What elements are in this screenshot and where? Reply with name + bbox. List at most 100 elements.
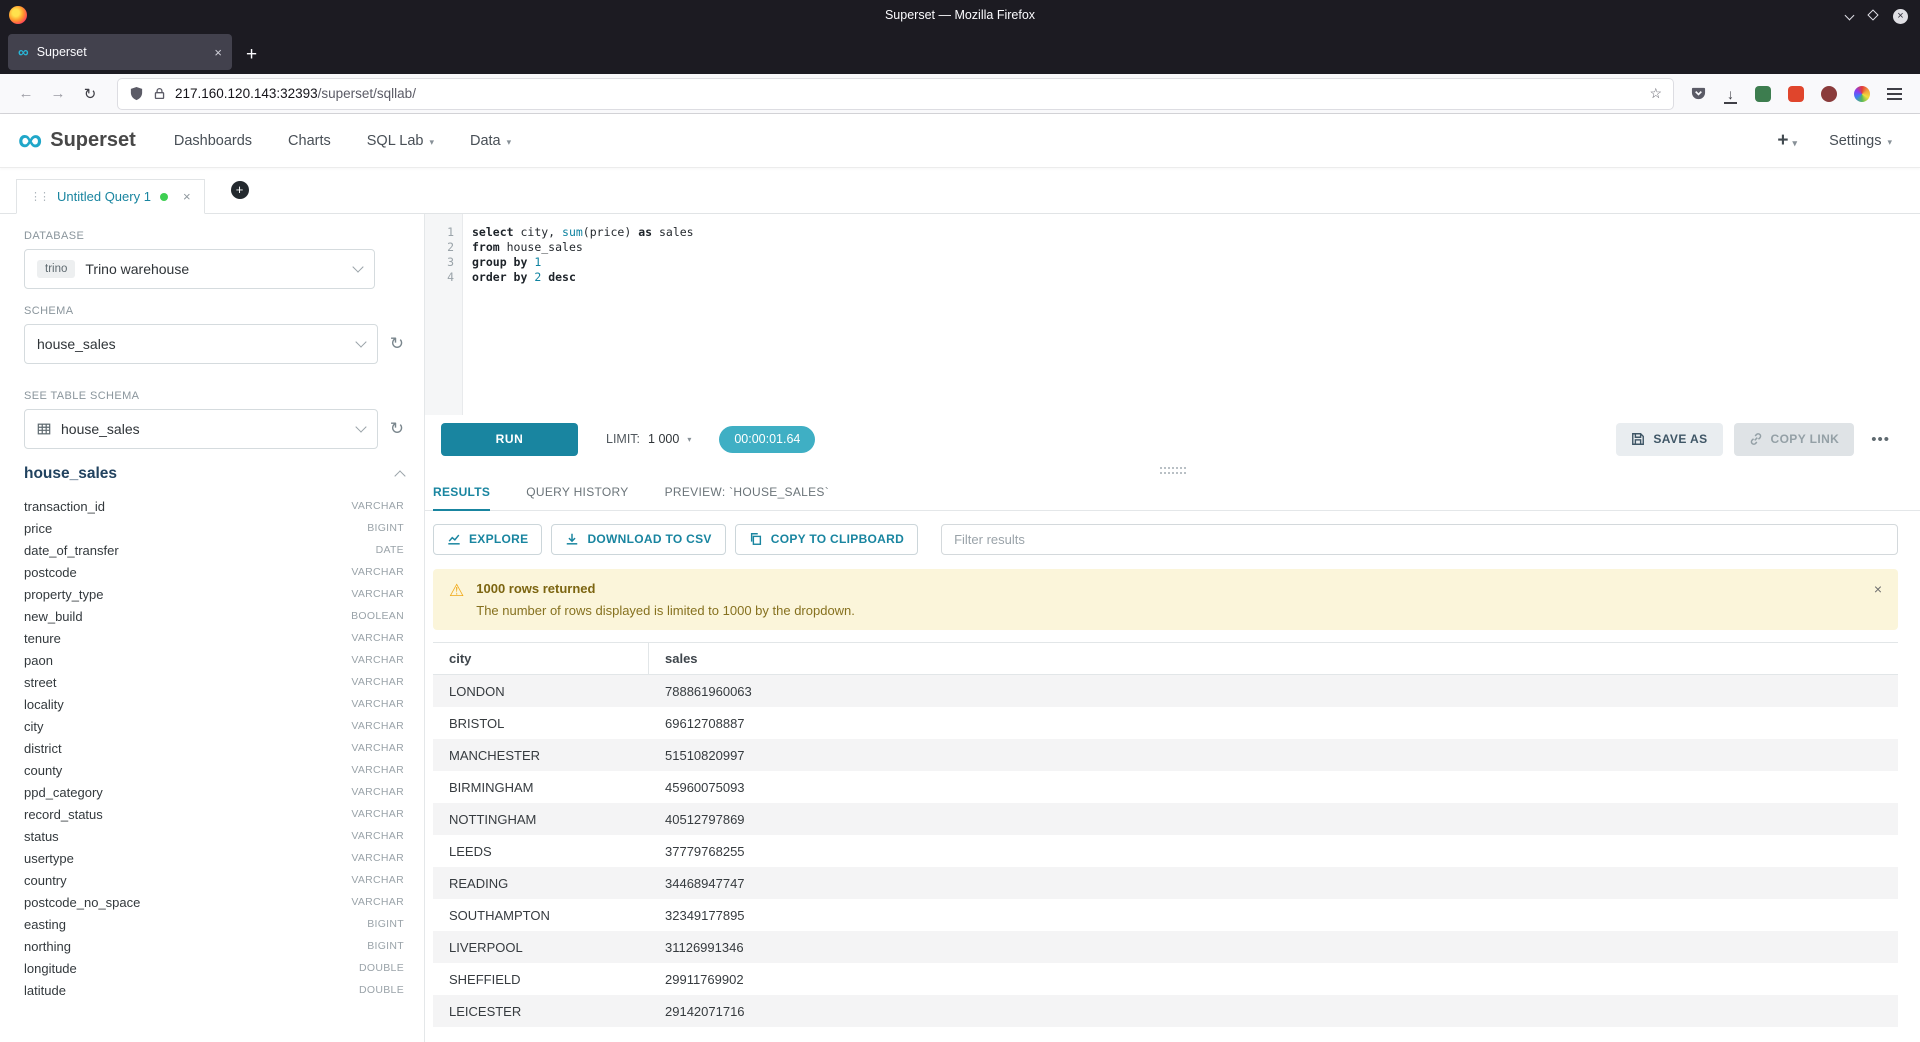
tab-preview-house-sales-[interactable]: PREVIEW: `HOUSE_SALES` <box>665 485 829 510</box>
table-row: SHEFFIELD29911769902 <box>433 963 1898 995</box>
cell-city: LEEDS <box>433 844 649 859</box>
chevron-down-icon: ▾ <box>429 137 434 148</box>
maximize-button[interactable] <box>1869 6 1877 24</box>
back-button[interactable]: ← <box>12 85 40 102</box>
new-tab-button[interactable]: + <box>246 45 257 64</box>
table-row: LIVERPOOL31126991346 <box>433 931 1898 963</box>
editor-code[interactable]: select city, sum(price) as salesfrom hou… <box>463 214 1920 415</box>
filter-results-input[interactable] <box>941 524 1898 555</box>
window-title: Superset — Mozilla Firefox <box>0 8 1920 22</box>
table-schema-select[interactable]: house_sales <box>24 409 378 449</box>
copy-to-clipboard-button[interactable]: COPY TO CLIPBOARD <box>735 524 918 555</box>
downloads-button[interactable]: ↓ <box>1723 86 1738 102</box>
column-row: longitude DOUBLE <box>24 957 404 979</box>
column-type: DATE <box>376 544 404 556</box>
column-type: VARCHAR <box>351 896 404 908</box>
table-schema-label: SEE TABLE SCHEMA <box>24 390 404 402</box>
column-row: transaction_idVARCHAR <box>24 495 404 517</box>
column-name: longitude <box>24 961 77 976</box>
cell-sales: 51510820997 <box>649 748 745 763</box>
schema-select[interactable]: house_sales <box>24 324 378 364</box>
table-row: SOUTHAMPTON32349177895 <box>433 899 1898 931</box>
brand[interactable]: ∞ Superset <box>18 127 136 154</box>
line-number: 1 <box>425 225 462 240</box>
column-header-sales[interactable]: sales <box>649 643 698 674</box>
cell-sales: 40512797869 <box>649 812 745 827</box>
chevron-down-icon: ▾ <box>1887 137 1892 148</box>
tab-close-button[interactable]: × <box>214 45 222 60</box>
firefox-titlebar: Superset — Mozilla Firefox × <box>0 0 1920 30</box>
plus-icon: + <box>1777 130 1788 152</box>
new-item-button[interactable]: + ▾ <box>1777 130 1797 152</box>
superset-favicon-icon: ∞ <box>18 44 29 61</box>
column-type: VARCHAR <box>351 654 404 666</box>
tab-query-history[interactable]: QUERY HISTORY <box>526 485 628 510</box>
alert-body: The number of rows displayed is limited … <box>476 603 855 618</box>
code-line: select city, sum(price) as sales <box>472 225 1920 240</box>
column-name: postcode_no_space <box>24 895 140 910</box>
nav-item-charts[interactable]: Charts <box>288 133 331 149</box>
cell-city: LONDON <box>433 684 649 699</box>
extension-icon-1[interactable] <box>1755 86 1771 102</box>
minimize-button[interactable] <box>1846 6 1853 24</box>
extension-icon-4[interactable] <box>1854 86 1870 102</box>
database-label: DATABASE <box>24 230 404 242</box>
database-select[interactable]: trino Trino warehouse <box>24 249 375 289</box>
column-row: latitudeDOUBLE <box>24 979 404 1001</box>
resize-handle-icon <box>1160 467 1186 474</box>
forward-button[interactable]: → <box>44 85 72 102</box>
column-type: VARCHAR <box>351 698 404 710</box>
sql-editor[interactable]: 1234 select city, sum(price) as salesfro… <box>425 214 1920 415</box>
more-actions-button[interactable]: ••• <box>1865 431 1896 448</box>
table-refresh-button[interactable]: ↻ <box>390 419 404 439</box>
alert-close-button[interactable]: × <box>1874 581 1882 597</box>
extension-icon-3[interactable] <box>1821 86 1837 102</box>
limit-control[interactable]: LIMIT: 1 000 ▾ <box>606 432 691 446</box>
column-row: property_typeVARCHAR <box>24 583 404 605</box>
add-query-tab-button[interactable]: + <box>231 181 249 199</box>
extension-icon-2[interactable] <box>1788 86 1804 102</box>
reload-button[interactable]: ↻ <box>76 85 104 103</box>
schema-refresh-button[interactable]: ↻ <box>390 334 404 354</box>
chevron-down-icon <box>352 261 363 272</box>
bookmark-star-icon[interactable]: ☆ <box>1649 85 1662 102</box>
close-window-button[interactable]: × <box>1893 6 1908 24</box>
chevron-down-icon <box>1845 11 1855 21</box>
tab-results[interactable]: RESULTS <box>433 485 490 510</box>
nav-item-dashboards[interactable]: Dashboards <box>174 133 252 149</box>
column-row: countyVARCHAR <box>24 759 404 781</box>
menu-button[interactable] <box>1887 88 1902 100</box>
column-header-city[interactable]: city <box>433 643 649 674</box>
collapse-table-button[interactable] <box>394 470 405 481</box>
save-as-button[interactable]: SAVE AS <box>1616 423 1722 456</box>
nav-item-data[interactable]: Data▾ <box>470 133 511 149</box>
column-name: usertype <box>24 851 74 866</box>
drag-handle-icon: ⋮⋮ <box>30 190 48 203</box>
column-row: statusVARCHAR <box>24 825 404 847</box>
chevron-down-icon <box>355 421 366 432</box>
column-name: district <box>24 741 62 756</box>
copy-link-button[interactable]: COPY LINK <box>1734 423 1855 456</box>
run-button[interactable]: RUN <box>441 423 578 456</box>
query-tab-close-button[interactable]: × <box>183 189 191 204</box>
url-bar[interactable]: 217.160.120.143:32393/superset/sqllab/ ☆ <box>118 79 1673 109</box>
resize-handle[interactable] <box>425 463 1920 477</box>
warning-alert: ⚠ 1000 rows returned The number of rows … <box>433 569 1898 630</box>
chart-icon <box>447 532 461 546</box>
download-csv-button[interactable]: DOWNLOAD TO CSV <box>551 524 725 555</box>
column-type: DOUBLE <box>359 962 404 974</box>
table-name: house_sales <box>24 465 396 483</box>
nav-item-sql-lab[interactable]: SQL Lab▾ <box>367 133 434 149</box>
pocket-icon[interactable] <box>1691 86 1706 101</box>
query-tab[interactable]: ⋮⋮ Untitled Query 1 × <box>16 179 205 214</box>
table-row: BIRMINGHAM45960075093 <box>433 771 1898 803</box>
column-row: streetVARCHAR <box>24 671 404 693</box>
explore-button[interactable]: EXPLORE <box>433 524 542 555</box>
column-type: VARCHAR <box>351 830 404 842</box>
settings-menu[interactable]: Settings ▾ <box>1829 133 1892 149</box>
column-row: countryVARCHAR <box>24 869 404 891</box>
column-type: BIGINT <box>367 918 404 930</box>
browser-tab[interactable]: ∞ Superset × <box>8 34 232 70</box>
table-row: NOTTINGHAM40512797869 <box>433 803 1898 835</box>
column-row: priceBIGINT <box>24 517 404 539</box>
